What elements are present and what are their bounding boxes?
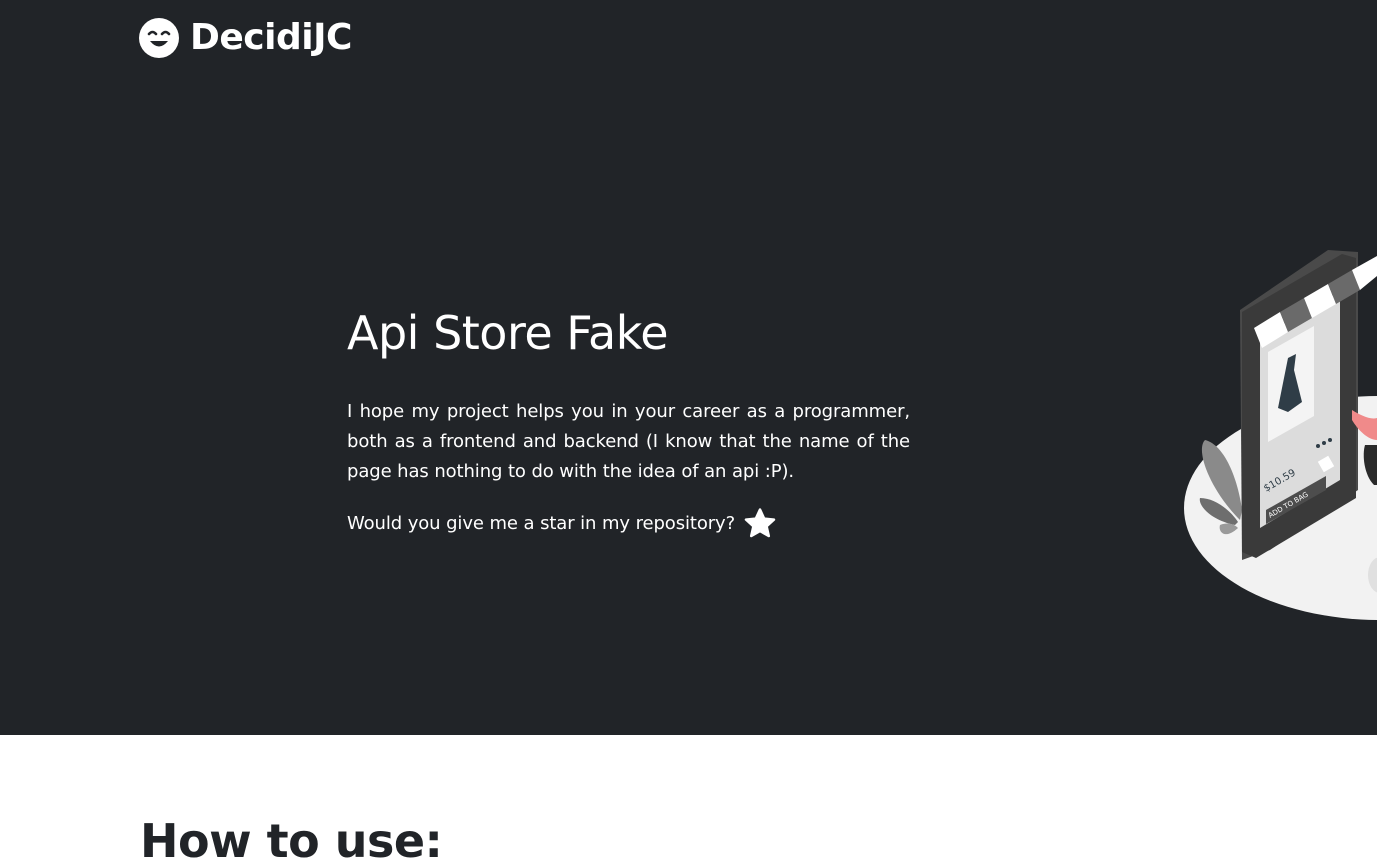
- smiling-face-icon: [139, 18, 179, 58]
- star-repository-button[interactable]: [743, 507, 777, 541]
- star-prompt-text: Would you give me a star in my repositor…: [347, 513, 736, 534]
- how-to-use-title: How to use:: [140, 814, 443, 863]
- star-icon: [744, 508, 776, 538]
- page-title: Api Store Fake: [347, 306, 669, 360]
- hero-section: DecidiJC Api Store Fake I hope my projec…: [0, 0, 1377, 735]
- hero-content: Api Store Fake I hope my project helps y…: [347, 303, 910, 541]
- hero-description: I hope my project helps you in your care…: [347, 401, 910, 482]
- brand-name: DecidiJC: [190, 17, 352, 58]
- brand-link[interactable]: DecidiJC: [138, 16, 352, 60]
- online-shopping-phone-illustration: $10.59 ADD TO BAG: [1184, 250, 1377, 620]
- how-to-use-section: How to use:: [0, 735, 1377, 863]
- star-prompt-row: Would you give me a star in my repositor…: [347, 507, 910, 541]
